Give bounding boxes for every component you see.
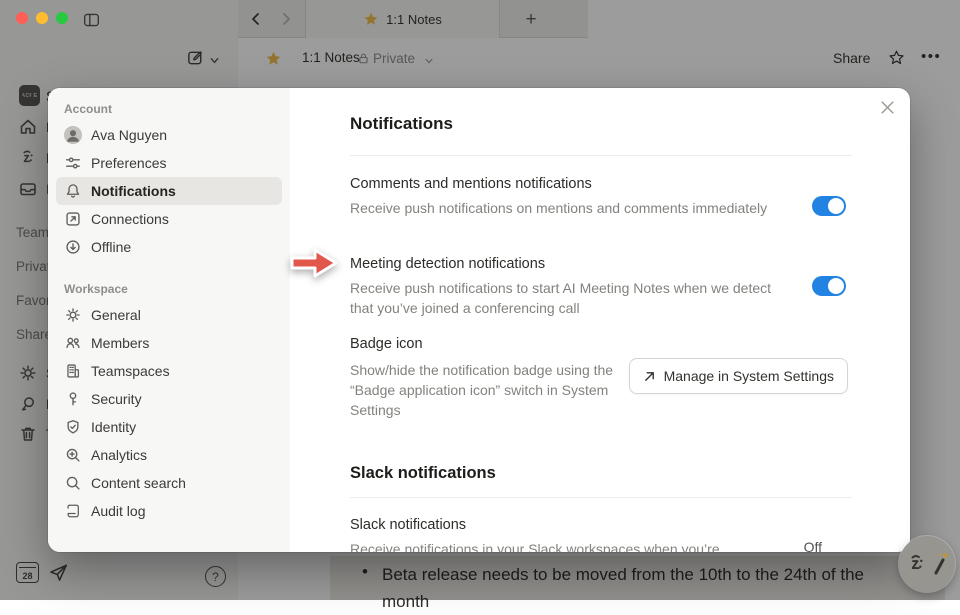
ai-assistant-button[interactable] <box>899 536 955 592</box>
gear-icon <box>64 306 82 324</box>
annotation-arrow-icon <box>288 243 340 283</box>
window-zoom-button[interactable] <box>56 12 68 24</box>
modal-close-button[interactable] <box>880 100 896 116</box>
setting-title-meeting-detection: Meeting detection notifications <box>350 256 545 272</box>
settings-item-label: General <box>91 307 141 323</box>
settings-item-label: Identity <box>91 419 136 435</box>
settings-item-content-search[interactable]: Content search <box>56 469 282 497</box>
key-icon <box>64 390 82 408</box>
shield-check-icon <box>64 418 82 436</box>
toggle-comments-notifications[interactable] <box>812 196 846 216</box>
settings-item-label: Connections <box>91 211 169 227</box>
settings-item-audit-log[interactable]: Audit log <box>56 497 282 525</box>
arrow-up-right-square-icon <box>64 210 82 228</box>
settings-content: Notifications Comments and mentions noti… <box>290 88 910 552</box>
scroll-icon <box>64 502 82 520</box>
settings-item-notifications[interactable]: Notifications <box>56 177 282 205</box>
settings-item-label: Teamspaces <box>91 363 170 379</box>
settings-item-teamspaces[interactable]: Teamspaces <box>56 357 282 385</box>
setting-description: Receive push notifications on mentions a… <box>350 198 795 218</box>
settings-item-connections[interactable]: Connections <box>56 205 282 233</box>
settings-item-offline[interactable]: Offline <box>56 233 282 261</box>
settings-item-label: Security <box>91 391 142 407</box>
divider <box>350 155 852 156</box>
settings-item-identity[interactable]: Identity <box>56 413 282 441</box>
slack-setting-description: Receive notifications in your Slack work… <box>350 541 720 552</box>
ai-face-icon <box>905 552 929 576</box>
sliders-icon <box>64 154 82 172</box>
bell-icon <box>64 182 82 200</box>
people-icon <box>64 334 82 352</box>
settings-item-label: Ava Nguyen <box>91 127 167 143</box>
settings-item-label: Notifications <box>91 183 176 199</box>
building-icon <box>64 362 82 380</box>
workspace-section-label: Workspace <box>64 282 274 296</box>
settings-item-label: Analytics <box>91 447 147 463</box>
settings-item-label: Content search <box>91 475 186 491</box>
setting-description: Receive push notifications to start AI M… <box>350 278 795 318</box>
setting-title-slack: Slack notifications <box>350 517 466 533</box>
magnifier-plus-icon <box>64 446 82 464</box>
settings-item-preferences[interactable]: Preferences <box>56 149 282 177</box>
settings-item-label: Preferences <box>91 155 166 171</box>
arrow-down-circle-icon <box>64 238 82 256</box>
wand-sparkle-icon <box>930 551 950 577</box>
settings-item-label: Audit log <box>91 503 145 519</box>
manage-system-settings-button[interactable]: Manage in System Settings <box>629 358 848 394</box>
manage-button-label: Manage in System Settings <box>664 368 834 384</box>
setting-title-badge-icon: Badge icon <box>350 336 423 352</box>
account-section-label: Account <box>64 102 274 116</box>
slack-setting-value[interactable]: Off <box>804 539 822 552</box>
window-minimize-button[interactable] <box>36 12 48 24</box>
divider <box>350 497 852 498</box>
avatar <box>64 126 82 144</box>
arrow-up-right-icon <box>643 370 656 383</box>
slack-section-title: Slack notifications <box>350 464 496 483</box>
setting-description: Show/hide the notification badge using t… <box>350 360 632 420</box>
settings-item-analytics[interactable]: Analytics <box>56 441 282 469</box>
settings-item-label: Offline <box>91 239 131 255</box>
settings-item-account[interactable]: Ava Nguyen <box>56 121 282 149</box>
settings-sidebar: Account Ava Nguyen Preferences Notificat… <box>48 88 290 552</box>
window-close-button[interactable] <box>16 12 28 24</box>
setting-title-comments: Comments and mentions notifications <box>350 176 592 192</box>
settings-item-security[interactable]: Security <box>56 385 282 413</box>
settings-page-title: Notifications <box>350 114 453 134</box>
close-icon <box>880 100 895 115</box>
magnifier-icon <box>64 474 82 492</box>
settings-item-general[interactable]: General <box>56 301 282 329</box>
settings-item-members[interactable]: Members <box>56 329 282 357</box>
settings-modal: Account Ava Nguyen Preferences Notificat… <box>48 88 910 552</box>
toggle-meeting-detection[interactable] <box>812 276 846 296</box>
settings-item-label: Members <box>91 335 149 351</box>
